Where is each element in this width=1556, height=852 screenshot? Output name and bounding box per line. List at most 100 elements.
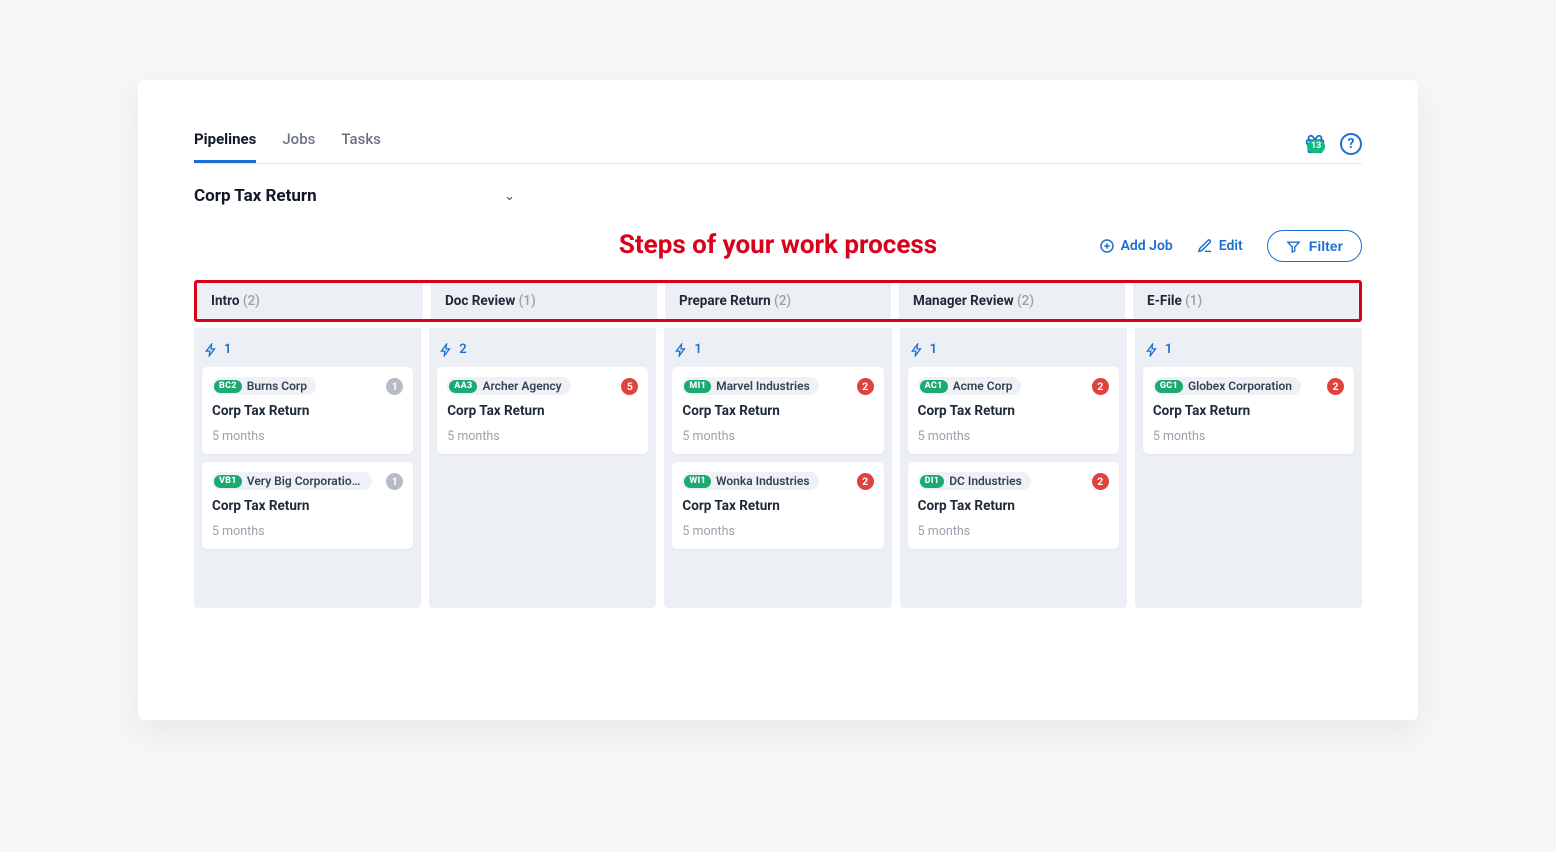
gift-button[interactable]: 13 — [1304, 133, 1326, 155]
stage-count: (2) — [1017, 293, 1034, 309]
card-top: VB1Very Big Corporation of Am…1 — [212, 472, 403, 490]
client-chip: VB1 Very Big Corporation of Am… — [212, 472, 372, 490]
automation-stat[interactable]: 1 — [908, 336, 1119, 367]
stage-count: (2) — [774, 293, 791, 309]
client-chip: MI1 Marvel Industries — [682, 377, 818, 395]
automation-count: 1 — [224, 342, 231, 357]
stage-header[interactable]: Intro (2) — [197, 283, 423, 319]
stage-header[interactable]: Prepare Return (2) — [665, 283, 891, 319]
automation-stat[interactable]: 1 — [1143, 336, 1354, 367]
job-card[interactable]: GC1Globex Corporation2Corp Tax Return5 m… — [1143, 367, 1354, 454]
stage-name: Prepare Return — [679, 293, 771, 309]
pipeline-selector[interactable]: Corp Tax Return ⌄ — [194, 186, 1362, 206]
card-top: BC2 Burns Corp 1 — [212, 377, 403, 395]
stage-header[interactable]: Doc Review (1) — [431, 283, 657, 319]
column-body: 1AC1Acme Corp2Corp Tax Return5 monthsDI1… — [900, 328, 1127, 608]
help-button[interactable]: ? — [1340, 133, 1362, 155]
client-chip: GC1 Globex Corporation — [1153, 377, 1301, 395]
client-name: Marvel Industries — [716, 379, 810, 393]
client-tag: WI1 — [684, 475, 711, 488]
kanban-column: 1AC1Acme Corp2Corp Tax Return5 monthsDI1… — [900, 328, 1127, 608]
job-card[interactable]: BC2Burns Corp1Corp Tax Return5 months — [202, 367, 413, 454]
stage-name: E-File — [1147, 293, 1182, 309]
client-tag: BC2 — [214, 380, 242, 393]
stage-count: (2) — [243, 293, 260, 309]
bolt-icon — [910, 343, 924, 357]
job-card[interactable]: AA3Archer Agency5Corp Tax Return5 months — [437, 367, 648, 454]
kanban-column: 2AA3Archer Agency5Corp Tax Return5 month… — [429, 328, 656, 608]
client-chip: DI1DC Industries — [918, 472, 1031, 490]
filter-icon — [1286, 239, 1301, 254]
client-name: Burns Corp — [247, 379, 307, 393]
automation-count: 1 — [930, 342, 937, 357]
tab-pipelines[interactable]: Pipelines — [194, 130, 256, 163]
card-title: Corp Tax Return — [212, 498, 403, 514]
client-tag: AC1 — [920, 380, 948, 393]
card-meta: 5 months — [1153, 429, 1344, 444]
card-meta: 5 months — [918, 429, 1109, 444]
client-tag: AA3 — [449, 380, 477, 393]
task-count-badge: 1 — [386, 378, 403, 395]
job-card[interactable]: AC1Acme Corp2Corp Tax Return5 months — [908, 367, 1119, 454]
column-body: 1MI1Marvel Industries2Corp Tax Return5 m… — [664, 328, 891, 608]
automation-stat[interactable]: 1 — [202, 336, 413, 367]
job-card[interactable]: DI1DC Industries 2 Corp Tax Return 5 months — [908, 462, 1119, 549]
card-title: Corp Tax Return — [918, 403, 1109, 419]
client-chip: AC1 Acme Corp — [918, 377, 1022, 395]
stage-name: Intro — [211, 293, 239, 309]
card-top: AC1Acme Corp2 — [918, 377, 1109, 395]
task-count-badge: 2 — [1092, 473, 1109, 490]
column-body: 2AA3Archer Agency5Corp Tax Return5 month… — [429, 328, 656, 608]
client-name: Archer Agency — [482, 379, 561, 393]
filter-label: Filter — [1309, 238, 1343, 254]
card-meta: 5 months — [682, 524, 873, 539]
client-chip: AA3 Archer Agency — [447, 377, 570, 395]
plus-circle-icon — [1099, 238, 1115, 254]
client-chip: BC2 Burns Corp — [212, 377, 316, 395]
client-tag: VB1 — [214, 475, 242, 488]
edit-label: Edit — [1219, 238, 1243, 254]
job-card[interactable]: VB1Very Big Corporation of Am…1Corp Tax … — [202, 462, 413, 549]
client-tag: MI1 — [684, 380, 711, 393]
stage-header[interactable]: Manager Review (2) — [899, 283, 1125, 319]
client-name: Wonka Industries — [716, 474, 809, 488]
stage-header[interactable]: E-File (1) — [1133, 283, 1359, 319]
bolt-icon — [204, 343, 218, 357]
tab-tasks[interactable]: Tasks — [341, 130, 381, 163]
filter-button[interactable]: Filter — [1267, 230, 1362, 262]
card-top: DI1DC Industries 2 — [918, 472, 1109, 490]
app-container: Pipelines Jobs Tasks 13 ? Corp Tax Retur… — [138, 80, 1418, 720]
automation-stat[interactable]: 2 — [437, 336, 648, 367]
automation-count: 1 — [1165, 342, 1172, 357]
edit-button[interactable]: Edit — [1197, 238, 1243, 254]
bolt-icon — [1145, 343, 1159, 357]
card-meta: 5 months — [682, 429, 873, 444]
stage-name: Doc Review — [445, 293, 515, 309]
card-top: GC1 Globex Corporation 2 — [1153, 377, 1344, 395]
stage-count: (1) — [1185, 293, 1202, 309]
stage-name: Manager Review — [913, 293, 1014, 309]
kanban-column: 1 BC2 Burns Corp 1 Corp Tax Return 5 months VB… — [194, 328, 421, 608]
chevron-down-icon: ⌄ — [504, 189, 515, 204]
card-top: WI1Wonka Industries2 — [682, 472, 873, 490]
tab-jobs[interactable]: Jobs — [282, 130, 315, 163]
job-card[interactable]: WI1Wonka Industries2Corp Tax Return5 mon… — [672, 462, 883, 549]
card-meta: 5 months — [212, 429, 403, 444]
card-title: Corp Tax Return — [447, 403, 638, 419]
client-chip: WI1 Wonka Industries — [682, 472, 818, 490]
client-name: Globex Corporation — [1188, 379, 1292, 393]
pipeline-name: Corp Tax Return — [194, 186, 494, 206]
client-name: Very Big Corporation of Am… — [247, 474, 363, 488]
add-job-button[interactable]: Add Job — [1099, 238, 1173, 254]
card-title: Corp Tax Return — [682, 403, 873, 419]
task-count-badge: 5 — [621, 378, 638, 395]
card-title: Corp Tax Return — [918, 498, 1109, 514]
card-top: MI1Marvel Industries2 — [682, 377, 873, 395]
automation-stat[interactable]: 1 — [672, 336, 883, 367]
job-card[interactable]: MI1Marvel Industries2Corp Tax Return5 mo… — [672, 367, 883, 454]
task-count-badge: 2 — [1327, 378, 1344, 395]
client-tag: GC1 — [1155, 380, 1183, 393]
card-meta: 5 months — [918, 524, 1109, 539]
card-top: AA3 Archer Agency 5 — [447, 377, 638, 395]
client-name: Acme Corp — [953, 379, 1013, 393]
